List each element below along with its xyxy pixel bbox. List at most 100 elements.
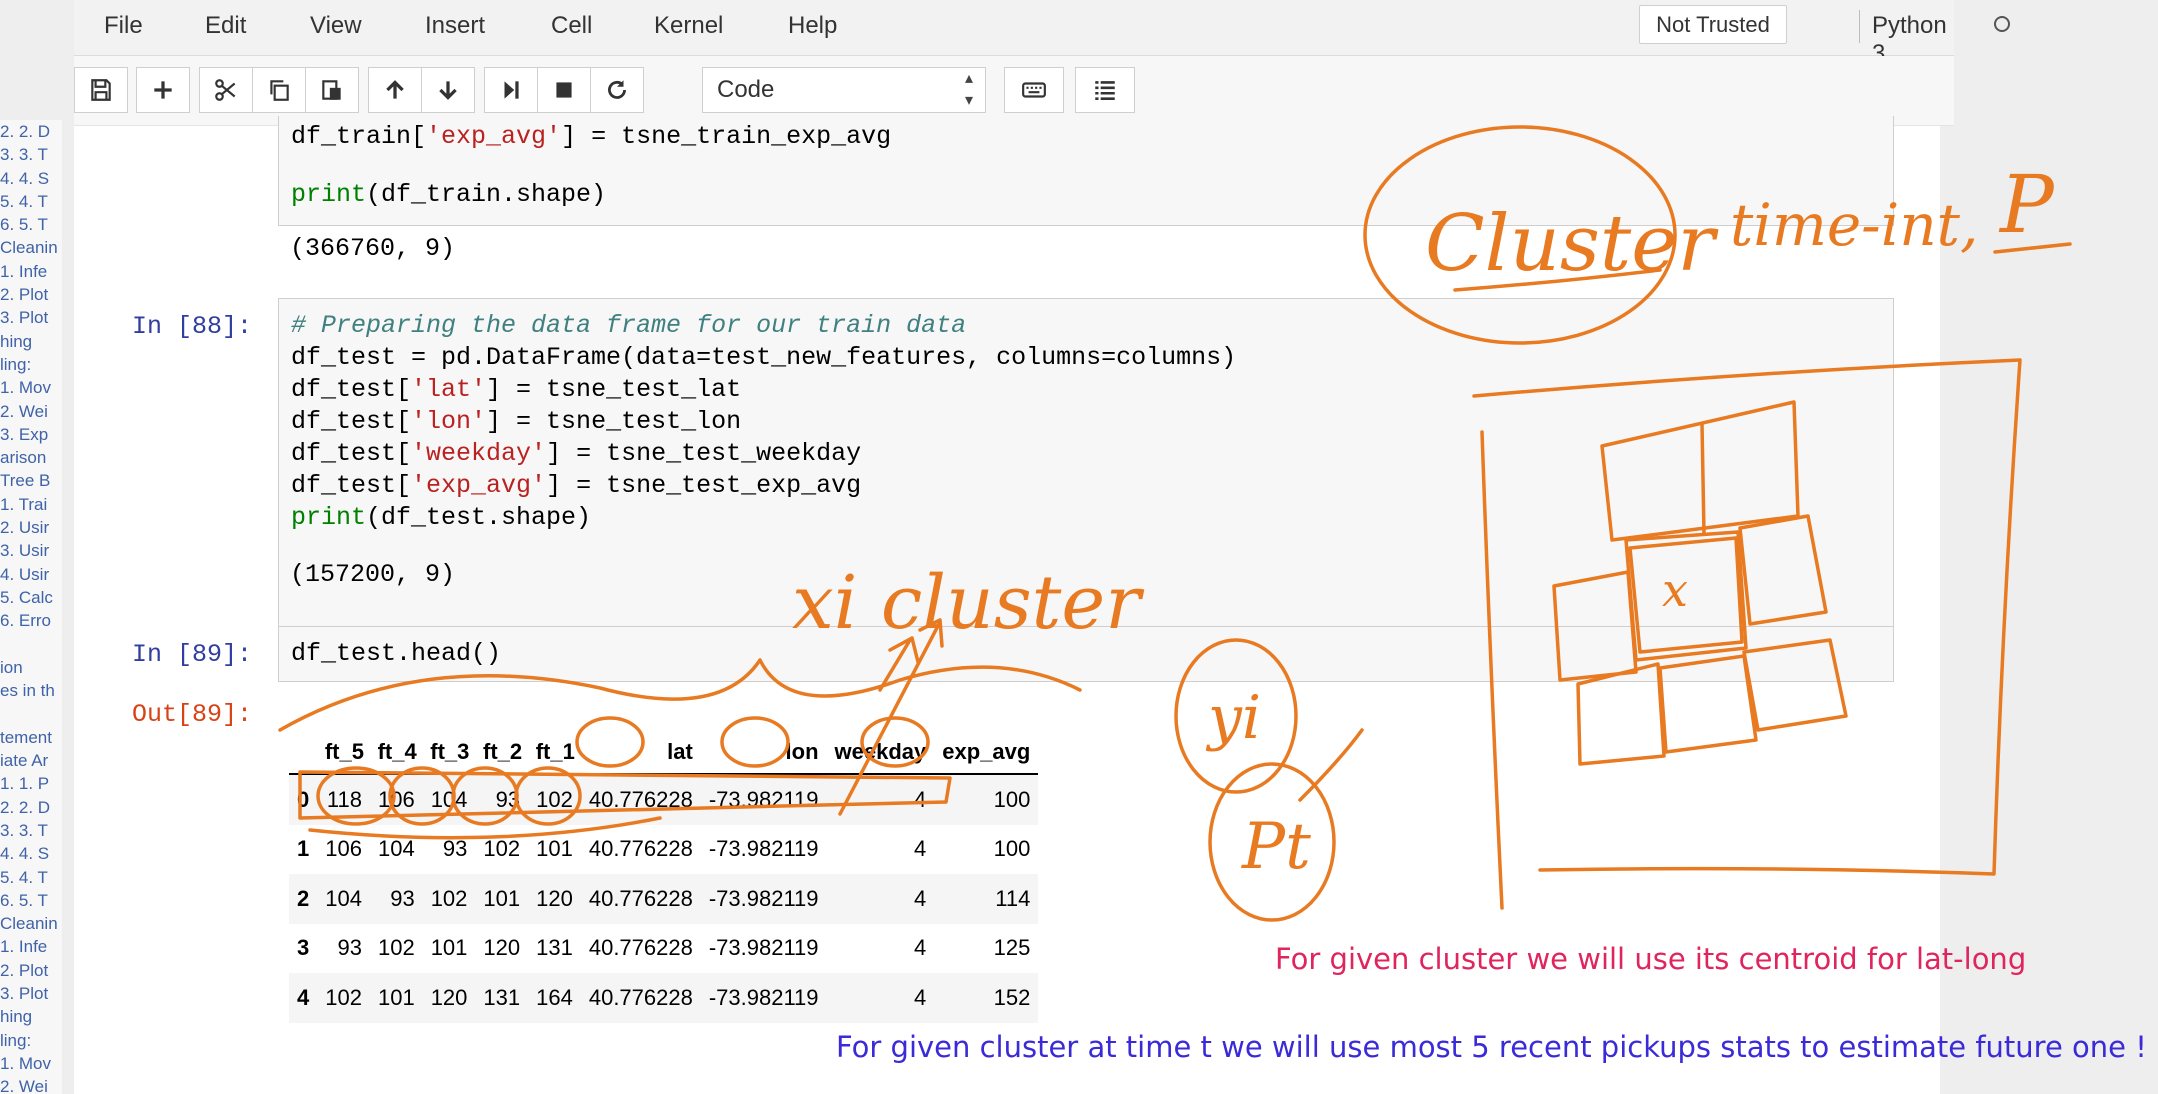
table-cell: 164 bbox=[536, 984, 573, 1010]
command-palette-button[interactable] bbox=[1004, 67, 1064, 113]
code-line: print(df_test.shape) bbox=[291, 503, 592, 532]
table-cell: 4 bbox=[914, 836, 927, 862]
menu-help[interactable]: Help bbox=[788, 12, 837, 40]
table-cell: 125 bbox=[993, 935, 1031, 961]
table-cell: 104 bbox=[430, 786, 468, 812]
column-header: ft_4 bbox=[369, 722, 423, 775]
table-cell: 106 bbox=[325, 836, 362, 862]
run-button[interactable] bbox=[484, 67, 538, 113]
toc-item[interactable]: 3. Plot bbox=[0, 982, 62, 1005]
toc-item[interactable]: 5. 4. T bbox=[0, 866, 62, 889]
table-cell: 102 bbox=[377, 935, 415, 961]
toc-item[interactable]: 4. Usir bbox=[0, 563, 62, 586]
row-index: 1 bbox=[297, 836, 310, 862]
select-arrows-icon: ▴ ▾ bbox=[964, 70, 973, 109]
toc-item[interactable]: ling: bbox=[0, 353, 62, 376]
toc-item[interactable]: 1. Infe bbox=[0, 260, 62, 283]
menu-kernel[interactable]: Kernel bbox=[654, 12, 723, 40]
toc-item[interactable]: 2. Plot bbox=[0, 283, 62, 306]
table-cell: 93 bbox=[390, 885, 415, 911]
cut-button[interactable] bbox=[199, 67, 253, 113]
toc-item[interactable]: 6. Erro bbox=[0, 609, 62, 632]
toc-item[interactable]: 3. Plot bbox=[0, 306, 62, 329]
toc-item[interactable]: 3. Exp bbox=[0, 423, 62, 446]
cell-type-value: Code bbox=[717, 76, 775, 103]
toc-item[interactable]: 1. Infe bbox=[0, 935, 62, 958]
toc-item[interactable]: 3. Usir bbox=[0, 539, 62, 562]
move-down-button[interactable] bbox=[421, 67, 475, 113]
table-cell: 40.776228 bbox=[588, 885, 693, 911]
list-icon bbox=[1095, 81, 1115, 100]
toc-item[interactable]: 1. Mov bbox=[0, 1052, 62, 1075]
toc-item[interactable]: es in th bbox=[0, 679, 62, 702]
toc-item[interactable]: hing bbox=[0, 330, 62, 353]
table-cell: 4 bbox=[914, 935, 927, 961]
move-down-icon bbox=[439, 81, 457, 100]
save-button[interactable] bbox=[74, 67, 128, 113]
code-cell-previous[interactable]: df_train['exp_avg'] = tsne_train_exp_avg… bbox=[278, 116, 1894, 226]
move-up-button[interactable] bbox=[368, 67, 422, 113]
toc-item[interactable]: 2. Wei bbox=[0, 1075, 62, 1094]
toc-item[interactable] bbox=[0, 702, 62, 725]
cell-output: (366760, 9) bbox=[290, 234, 456, 263]
restart-button[interactable] bbox=[590, 67, 644, 113]
table-row: 0 118 106 104 93 102 40.776228 -73.982119 4 100 bbox=[289, 774, 1039, 825]
toc-item[interactable]: ling: bbox=[0, 1029, 62, 1052]
toc-item[interactable]: 6. 5. T bbox=[0, 213, 62, 236]
toc-item[interactable]: 5. Calc bbox=[0, 586, 62, 609]
row-index: 0 bbox=[297, 786, 310, 812]
table-cell: 102 bbox=[483, 836, 521, 862]
code-cell-88[interactable]: # Preparing the data frame for our train… bbox=[278, 298, 1894, 672]
copy-button[interactable] bbox=[252, 67, 306, 113]
toc-item[interactable]: 2. Usir bbox=[0, 516, 62, 539]
toc-toggle-button[interactable] bbox=[1075, 67, 1135, 113]
menu-file[interactable]: File bbox=[104, 12, 143, 40]
kernel-status-icon bbox=[1994, 16, 2010, 32]
cut-icon bbox=[215, 79, 236, 101]
toc-item[interactable]: 2. 2. D bbox=[0, 796, 62, 819]
output-prompt: Out[89]: bbox=[132, 700, 253, 729]
table-cell: 120 bbox=[430, 984, 468, 1010]
row-index: 4 bbox=[297, 984, 310, 1010]
toc-item[interactable]: Tree B bbox=[0, 469, 62, 492]
code-cell-89[interactable]: df_test.head() bbox=[278, 626, 1894, 682]
toc-item[interactable]: hing bbox=[0, 1005, 62, 1028]
column-header: lat bbox=[580, 722, 701, 775]
table-cell: 93 bbox=[495, 786, 521, 812]
trust-status-button[interactable]: Not Trusted bbox=[1639, 5, 1787, 44]
toc-item[interactable]: iate Ar bbox=[0, 749, 62, 772]
toc-item[interactable]: 6. 5. T bbox=[0, 889, 62, 912]
toc-item[interactable]: tement bbox=[0, 726, 62, 749]
stop-button[interactable] bbox=[537, 67, 591, 113]
toc-item[interactable]: ion bbox=[0, 656, 62, 679]
toc-item[interactable]: 1. Mov bbox=[0, 376, 62, 399]
toc-item[interactable]: 2. Plot bbox=[0, 959, 62, 982]
menu-view[interactable]: View bbox=[310, 12, 362, 40]
toc-item[interactable]: 3. 3. T bbox=[0, 143, 62, 166]
toc-item[interactable]: 4. 4. S bbox=[0, 842, 62, 865]
toc-item[interactable]: 1. 1. P bbox=[0, 772, 62, 795]
toc-item[interactable]: Cleanin bbox=[0, 912, 62, 935]
toc-item[interactable]: 3. 3. T bbox=[0, 819, 62, 842]
toc-item[interactable]: Cleanin bbox=[0, 236, 62, 259]
cell-type-select[interactable]: Code ▴ ▾ bbox=[702, 67, 986, 113]
toc-item[interactable]: 5. 4. T bbox=[0, 190, 62, 213]
menu-edit[interactable]: Edit bbox=[205, 12, 246, 40]
toc-item[interactable]: 1. Trai bbox=[0, 493, 62, 516]
menu-insert[interactable]: Insert bbox=[425, 12, 485, 40]
table-cell: 101 bbox=[483, 885, 521, 911]
column-header: exp_avg bbox=[934, 722, 1039, 775]
toc-item[interactable] bbox=[0, 633, 62, 656]
table-cell: 40.776228 bbox=[588, 836, 693, 862]
table-cell: 40.776228 bbox=[588, 984, 693, 1010]
add-cell-button[interactable] bbox=[136, 67, 190, 113]
menu-cell[interactable]: Cell bbox=[551, 12, 592, 40]
code-line: df_test['lon'] = tsne_test_lon bbox=[291, 407, 742, 436]
paste-button[interactable] bbox=[305, 67, 359, 113]
table-header-row: ft_5 ft_4 ft_3 ft_2 ft_1 lat lon weekday exp_avg bbox=[289, 722, 1039, 775]
toc-item[interactable]: 2. Wei bbox=[0, 400, 62, 423]
table-cell: 102 bbox=[536, 786, 573, 812]
toc-item[interactable]: 2. 2. D bbox=[0, 120, 62, 143]
toc-item[interactable]: 4. 4. S bbox=[0, 167, 62, 190]
toc-item[interactable]: arison bbox=[0, 446, 62, 469]
